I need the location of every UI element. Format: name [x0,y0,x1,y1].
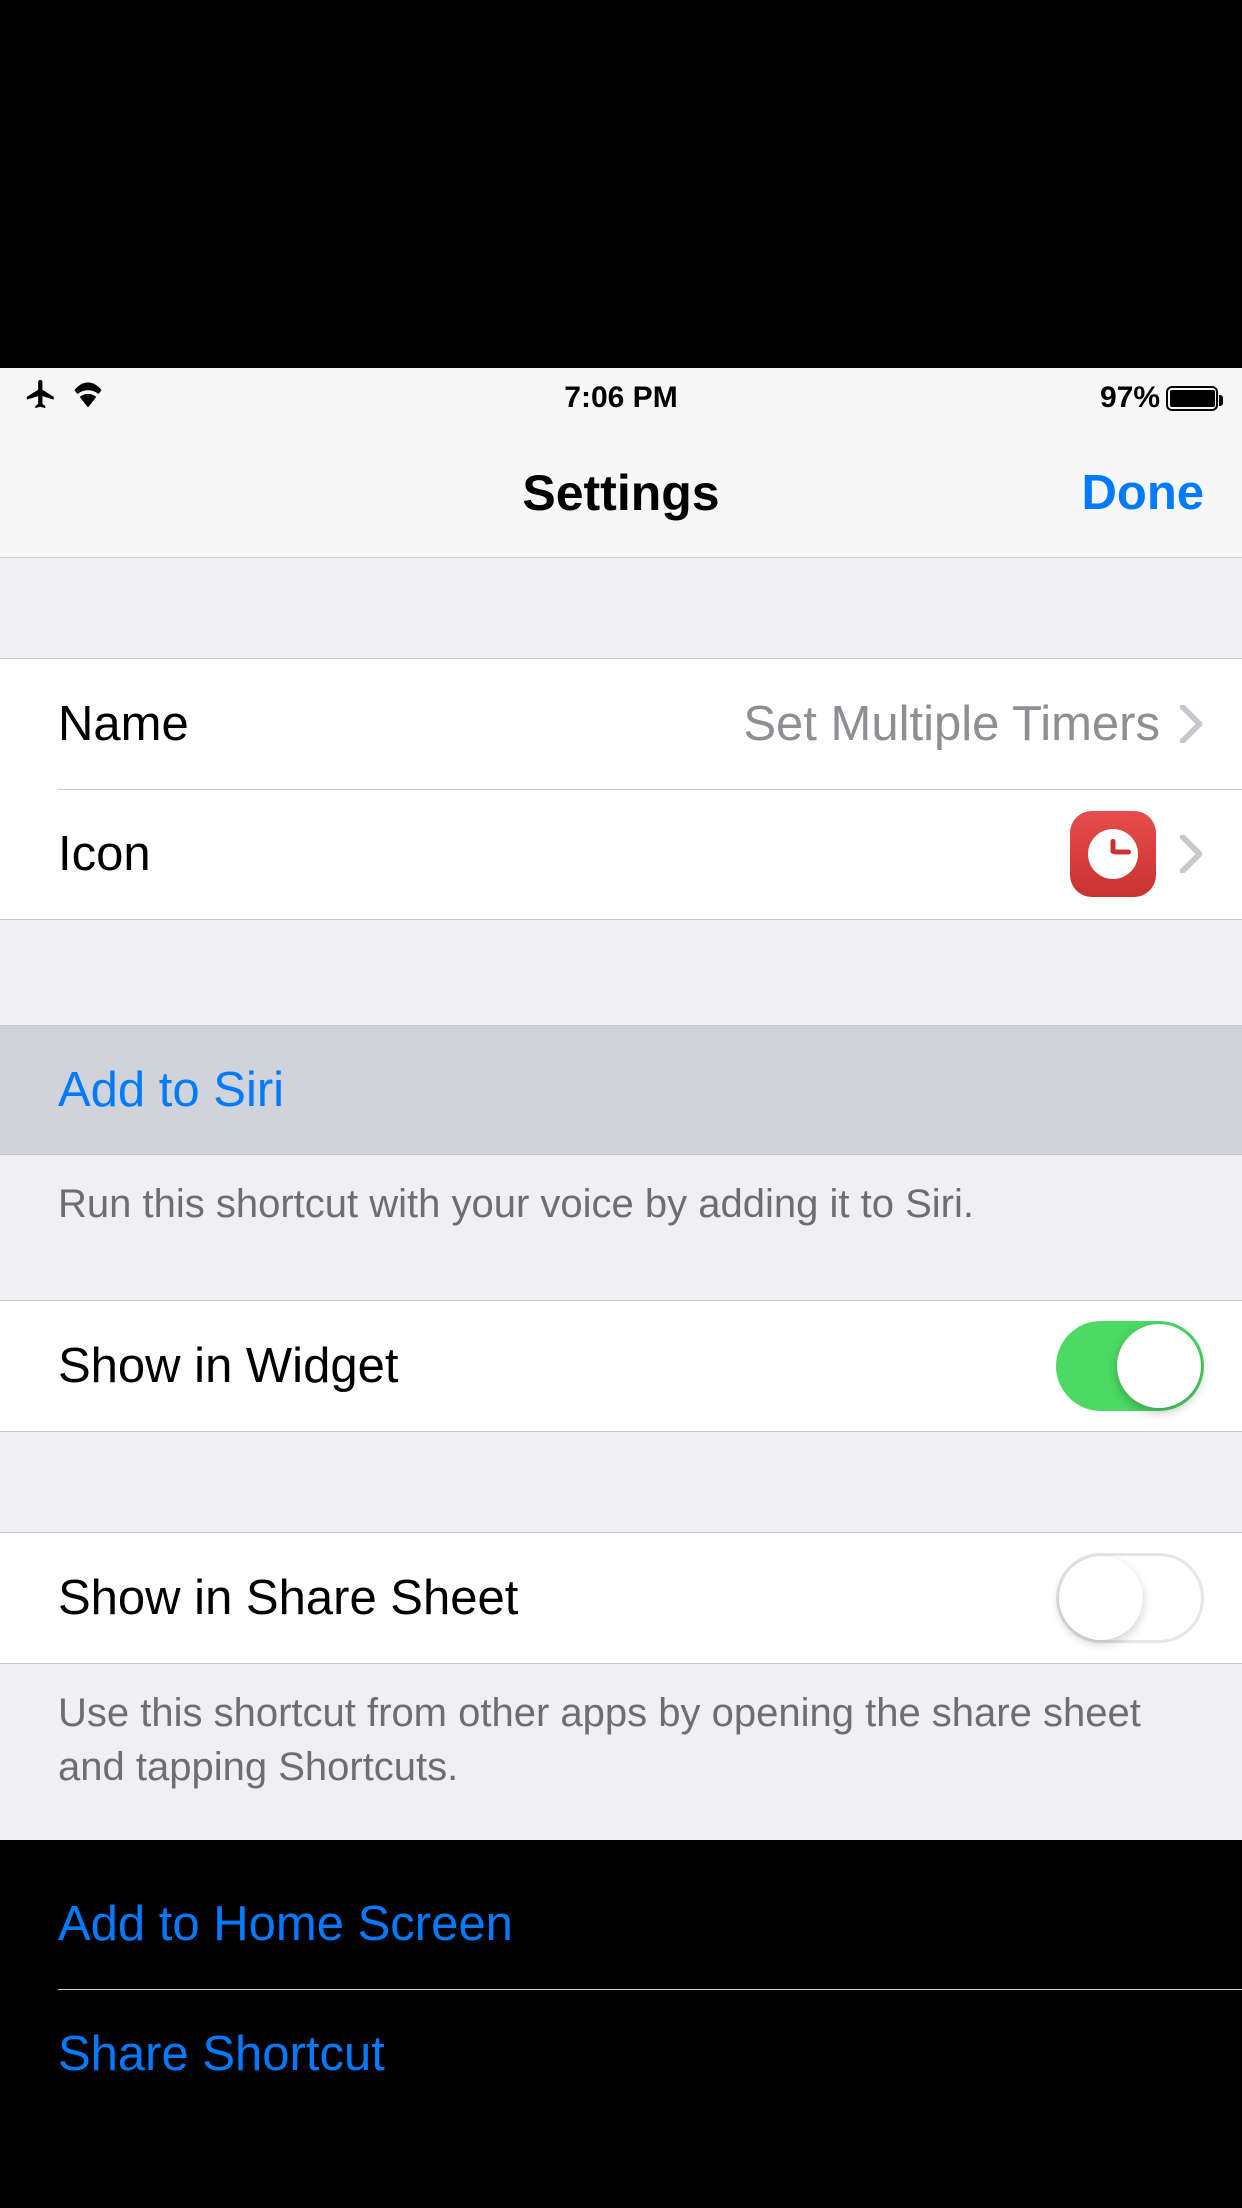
section-actions: Add to Home Screen Share Shortcut [0,1828,1242,2120]
row-add-to-siri[interactable]: Add to Siri [0,1025,1242,1155]
section-widget: Show in Widget [0,1265,1242,1432]
page-title: Settings [522,464,719,522]
icon-label: Icon [58,826,151,882]
share-footer-text: Use this shortcut from other apps by ope… [0,1664,1242,1828]
row-name[interactable]: Name Set Multiple Timers [0,659,1242,789]
add-to-home-label: Add to Home Screen [58,1896,513,1952]
airplane-mode-icon [24,377,58,419]
status-left [24,377,106,419]
chevron-right-icon [1180,835,1204,873]
share-shortcut-label: Share Shortcut [58,2026,385,2082]
row-icon[interactable]: Icon [0,789,1242,919]
section-identity: Name Set Multiple Timers Icon [0,558,1242,920]
section-share-sheet: Show in Share Sheet Use this shortcut fr… [0,1432,1242,1828]
battery-percentage: 97% [1100,381,1160,415]
show-in-widget-toggle[interactable] [1056,1321,1204,1411]
done-button[interactable]: Done [1082,465,1205,521]
siri-footer-text: Run this shortcut with your voice by add… [0,1155,1242,1265]
nav-bar: Settings Done [0,428,1242,558]
section-siri: Add to Siri Run this shortcut with your … [0,920,1242,1265]
name-label: Name [58,696,189,752]
screen: 7:06 PM 97% Settings Done Name Set Multi… [0,368,1242,1840]
row-show-in-share-sheet: Show in Share Sheet [0,1533,1242,1663]
status-bar: 7:06 PM 97% [0,368,1242,428]
row-share-shortcut[interactable]: Share Shortcut [0,1989,1242,2119]
show-in-share-label: Show in Share Sheet [58,1570,518,1626]
shortcut-app-icon [1070,811,1156,897]
clock-icon [1088,829,1138,879]
chevron-right-icon [1180,705,1204,743]
battery-icon [1166,386,1218,411]
row-add-to-home[interactable]: Add to Home Screen [0,1859,1242,1989]
wifi-icon [70,380,106,416]
row-show-in-widget: Show in Widget [0,1301,1242,1431]
add-to-siri-label: Add to Siri [58,1062,284,1118]
letterbox-top [0,0,1242,368]
status-right: 97% [1100,381,1218,415]
status-time: 7:06 PM [564,381,677,415]
show-in-share-toggle[interactable] [1056,1553,1204,1643]
name-value: Set Multiple Timers [743,696,1160,752]
show-in-widget-label: Show in Widget [58,1338,398,1394]
